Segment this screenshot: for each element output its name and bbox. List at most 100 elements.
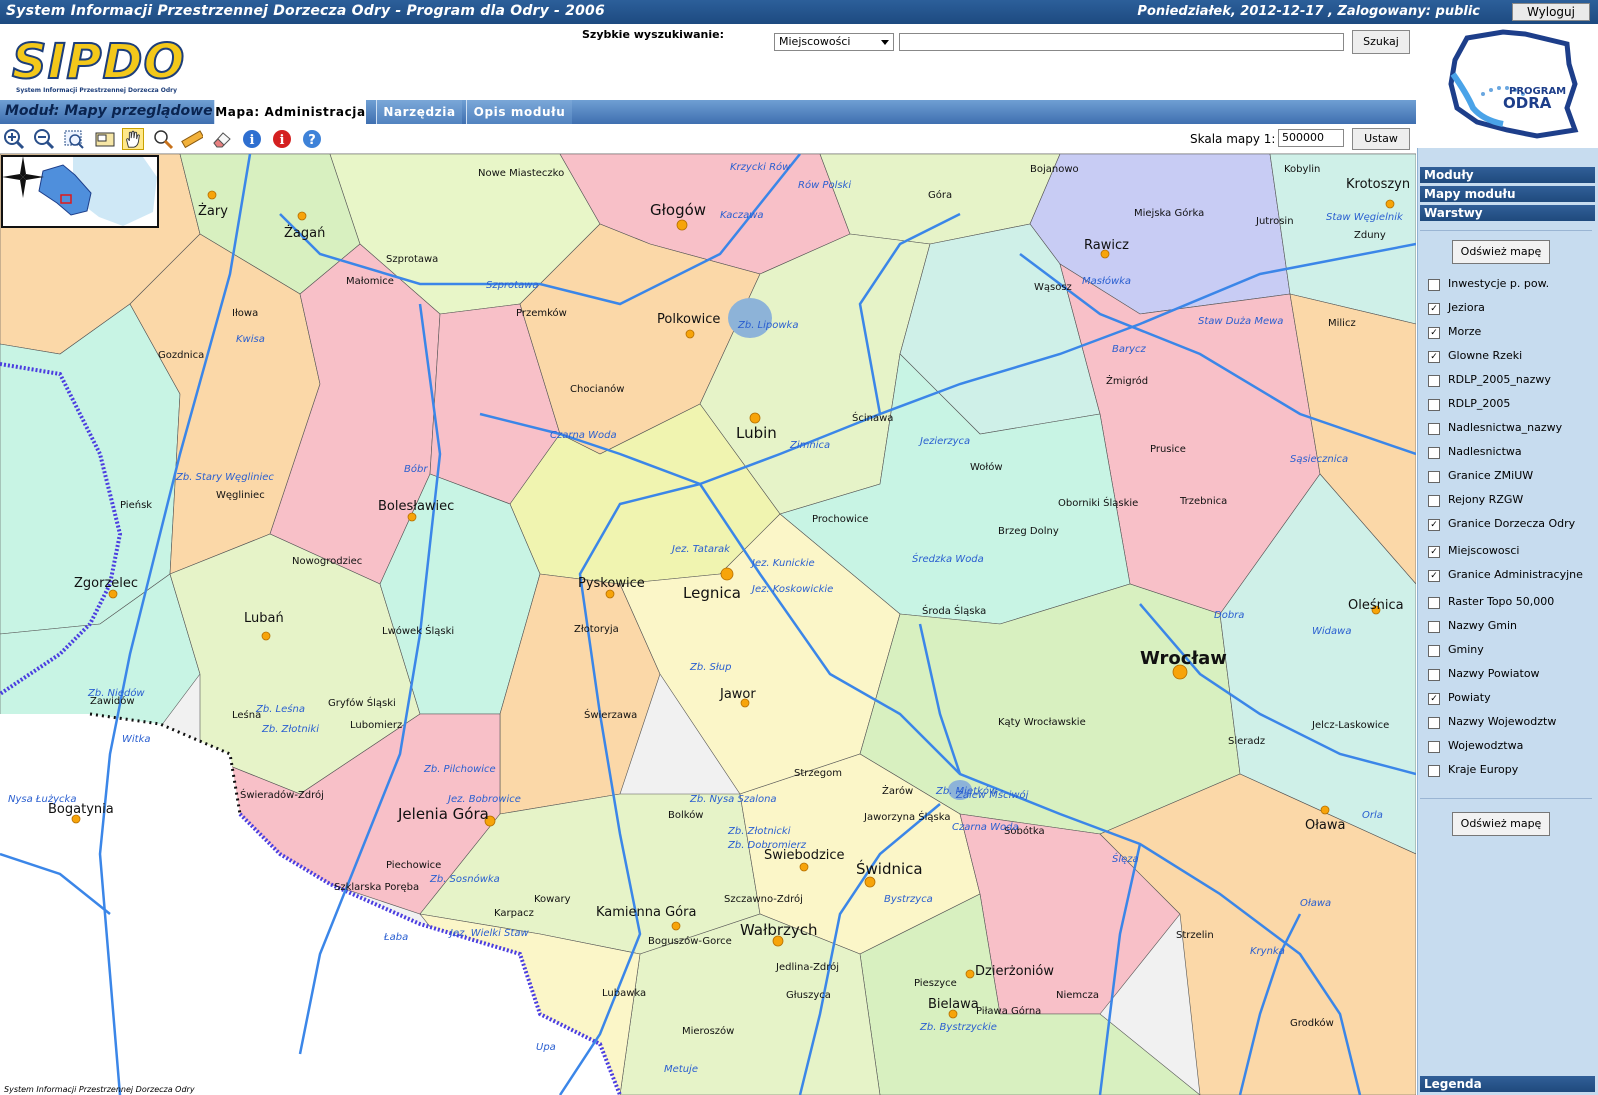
city-label-nowogrodziec[interactable]: Nowogrodziec — [292, 556, 362, 567]
city-label-pyskowice[interactable]: Pyskowice — [578, 576, 645, 591]
layer-checkbox[interactable]: ✓ — [1428, 351, 1440, 363]
refresh-map-button-top[interactable]: Odśwież mapę — [1452, 240, 1550, 264]
layer-checkbox[interactable]: ✓ — [1428, 570, 1440, 582]
city-label-wasosz[interactable]: Wąsosz — [1034, 282, 1072, 293]
city-label-pilawa-gorna[interactable]: Piława Górna — [976, 1006, 1041, 1017]
city-label-bojanowo[interactable]: Bojanowo — [1030, 164, 1079, 175]
city-label-miejska-gorka[interactable]: Miejska Górka — [1134, 208, 1204, 219]
city-label-scinawa[interactable]: Ścinawa — [852, 413, 893, 424]
city-label-pieszyce[interactable]: Pieszyce — [914, 978, 957, 989]
city-label-grodkow[interactable]: Grodków — [1290, 1018, 1334, 1029]
city-label-malomice[interactable]: Małomice — [346, 276, 394, 287]
section-modules[interactable]: Moduły — [1420, 167, 1595, 183]
layer-checkbox[interactable]: ✓ — [1428, 693, 1440, 705]
city-label-ilowa[interactable]: Iłowa — [232, 308, 258, 319]
city-label-kamienna-gora[interactable]: Kamienna Góra — [596, 905, 696, 920]
city-label-boleslawiec[interactable]: Bolesławiec — [378, 499, 454, 514]
magnifier-icon[interactable] — [152, 128, 174, 150]
city-label-prusice[interactable]: Prusice — [1150, 444, 1186, 455]
layer-checkbox[interactable] — [1428, 645, 1440, 657]
section-module-maps[interactable]: Mapy modułu — [1420, 186, 1595, 202]
city-label-wroclaw[interactable]: Wrocław — [1140, 648, 1227, 669]
tab-module-description[interactable]: Opis modułu — [466, 100, 572, 124]
city-label-gora[interactable]: Góra — [928, 190, 952, 201]
city-label-sieradz[interactable]: Sieradz — [1228, 736, 1265, 747]
city-label-gluszyca[interactable]: Głuszyca — [786, 990, 831, 1001]
city-label-polkowice[interactable]: Polkowice — [657, 312, 720, 327]
city-label-piensk[interactable]: Pieńsk — [120, 500, 152, 511]
city-label-sroda-slaska[interactable]: Środa Śląska — [922, 606, 986, 617]
layer-checkbox[interactable] — [1428, 495, 1440, 507]
city-label-wolow[interactable]: Wołów — [970, 462, 1003, 473]
zoom-in-icon[interactable] — [3, 128, 25, 150]
city-label-prochowice[interactable]: Prochowice — [812, 514, 868, 525]
city-label-swierzawa[interactable]: Świerzawa — [584, 710, 637, 721]
city-label-chocianow[interactable]: Chocianów — [570, 384, 624, 395]
city-label-karpacz[interactable]: Karpacz — [494, 908, 534, 919]
layer-checkbox[interactable] — [1428, 447, 1440, 459]
city-label-strzelin[interactable]: Strzelin — [1176, 930, 1214, 941]
city-label-zarow[interactable]: Żarów — [882, 786, 913, 797]
city-label-szczawno-zdroj[interactable]: Szczawno-Zdrój — [724, 894, 803, 905]
layer-checkbox[interactable]: ✓ — [1428, 546, 1440, 558]
city-label-szklarska-poreba[interactable]: Szklarska Poręba — [334, 882, 419, 893]
scale-input[interactable]: 500000 — [1278, 129, 1344, 147]
city-label-jelenia-gora[interactable]: Jelenia Góra — [398, 805, 489, 823]
layer-checkbox[interactable]: ✓ — [1428, 303, 1440, 315]
city-label-oborniki-slaskie[interactable]: Oborniki Śląskie — [1058, 498, 1138, 509]
layer-checkbox[interactable] — [1428, 765, 1440, 777]
set-scale-button[interactable]: Ustaw — [1352, 128, 1410, 150]
city-label-zary[interactable]: Żary — [198, 204, 228, 219]
layer-checkbox[interactable] — [1428, 597, 1440, 609]
city-label-piechowice[interactable]: Piechowice — [386, 860, 441, 871]
tab-tools[interactable]: Narzędzia — [376, 100, 462, 124]
layer-checkbox[interactable] — [1428, 741, 1440, 753]
layer-checkbox[interactable] — [1428, 471, 1440, 483]
layer-checkbox[interactable] — [1428, 621, 1440, 633]
city-label-olesnica[interactable]: Oleśnica — [1348, 598, 1404, 613]
city-label-strzegom[interactable]: Strzegom — [794, 768, 842, 779]
sipdo-logo[interactable]: SIPDO System Informacji Przestrzennej Do… — [10, 33, 190, 94]
city-label-niemcza[interactable]: Niemcza — [1056, 990, 1099, 1001]
city-label-trzebnica[interactable]: Trzebnica — [1180, 496, 1227, 507]
city-label-dzierzoniow[interactable]: Dzierżoniów — [975, 964, 1054, 979]
layer-checkbox[interactable] — [1428, 279, 1440, 291]
city-label-lubawka[interactable]: Lubawka — [602, 988, 646, 999]
city-label-gozdnica[interactable]: Gozdnica — [158, 350, 204, 361]
section-layers[interactable]: Warstwy — [1420, 205, 1595, 221]
refresh-map-button-bottom[interactable]: Odśwież mapę — [1452, 812, 1550, 836]
city-label-olawa[interactable]: Oława — [1305, 818, 1346, 833]
city-label-kowary[interactable]: Kowary — [534, 894, 571, 905]
city-label-jawor[interactable]: Jawor — [720, 687, 756, 702]
city-label-jedlina-zdroj[interactable]: Jedlina-Zdrój — [776, 962, 839, 973]
layer-checkbox[interactable] — [1428, 375, 1440, 387]
city-label-zduny[interactable]: Zduny — [1354, 230, 1386, 241]
full-extent-icon[interactable] — [94, 128, 116, 150]
city-label-gryfow-slaski[interactable]: Gryfów Śląski — [328, 698, 396, 709]
ruler-icon[interactable] — [181, 128, 203, 150]
city-label-jutrosin[interactable]: Jutrosin — [1256, 216, 1294, 227]
city-label-glogow[interactable]: Głogów — [650, 201, 706, 219]
city-label-lubin[interactable]: Lubin — [736, 424, 777, 442]
city-label-mieroszow[interactable]: Mieroszów — [682, 1026, 734, 1037]
city-label-rawicz[interactable]: Rawicz — [1084, 238, 1129, 253]
city-label-bolkow[interactable]: Bolków — [668, 810, 704, 821]
map-canvas[interactable]: Wrocław Legnica Jelenia Góra Wałbrzych Ś… — [0, 154, 1416, 1095]
city-label-zagan[interactable]: Żagań — [284, 226, 325, 241]
help-icon[interactable]: ? — [301, 128, 323, 150]
city-label-jaworzyna-slaska[interactable]: Jaworzyna Śląska — [864, 812, 951, 823]
city-label-szprotawa[interactable]: Szprotawa — [386, 254, 438, 265]
city-label-krotoszyn[interactable]: Krotoszyn — [1346, 177, 1410, 192]
identify-icon[interactable]: i — [271, 128, 293, 150]
city-label-milicz[interactable]: Milicz — [1328, 318, 1356, 329]
city-label-lubomierz[interactable]: Lubomierz — [350, 720, 402, 731]
pan-hand-icon[interactable] — [122, 128, 144, 150]
city-label-bielawa[interactable]: Bielawa — [928, 997, 979, 1012]
quick-search-type-select[interactable]: Miejscowości — [774, 33, 894, 51]
search-button[interactable]: Szukaj — [1352, 30, 1410, 54]
city-label-przemkow[interactable]: Przemków — [516, 308, 567, 319]
city-label-swidnica[interactable]: Świdnica — [856, 860, 923, 878]
city-label-luban[interactable]: Lubań — [244, 611, 284, 626]
city-label-wegliniec[interactable]: Węgliniec — [216, 490, 265, 501]
city-label-legnica[interactable]: Legnica — [683, 584, 741, 602]
